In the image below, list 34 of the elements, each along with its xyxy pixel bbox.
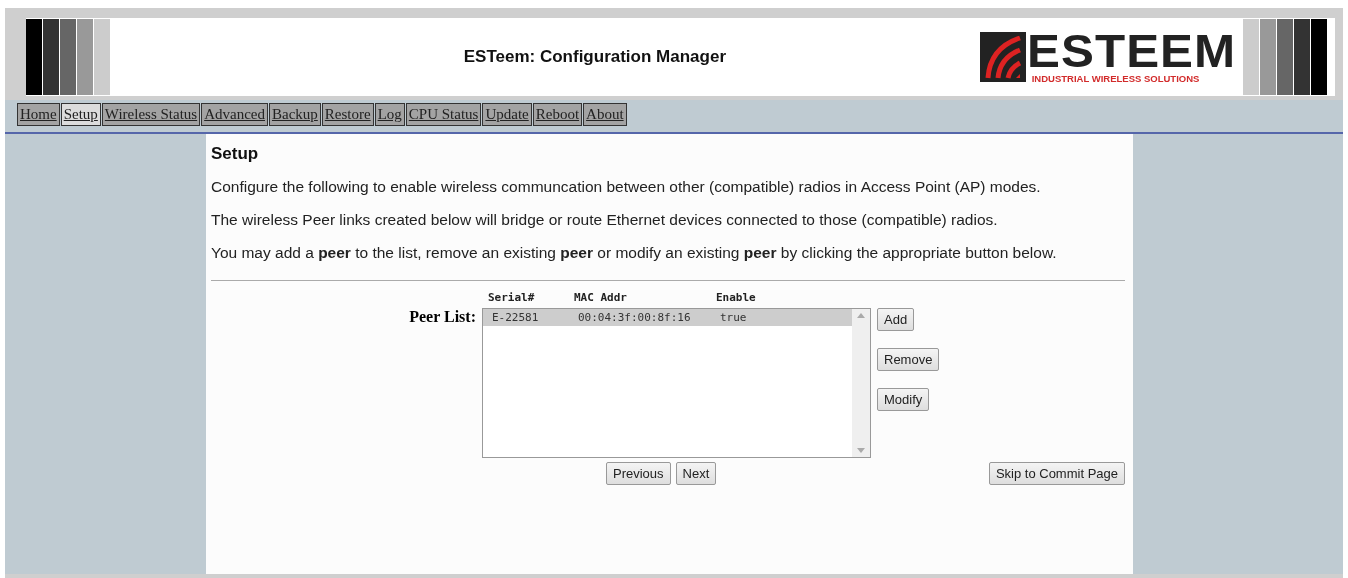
paragraph: The wireless Peer links created below will bridge or route Ethernet devices connected to those (compatible) radios.	[211, 211, 999, 229]
page-title: ESTeem: Configuration Manager	[462, 47, 727, 67]
page-button[interactable]: Previous	[606, 462, 671, 485]
action-button[interactable]: Remove	[877, 348, 940, 371]
nav-tab[interactable]: Restore	[321, 103, 374, 126]
section-heading: Setup	[211, 144, 260, 164]
nav-tab[interactable]: Advanced	[201, 103, 268, 126]
nav-tab[interactable]: Update	[482, 103, 532, 126]
column-header: MAC Addr	[574, 291, 628, 304]
logo-tagline: INDUSTRIAL WIRELESS SOLUTIONS	[1031, 73, 1200, 85]
logo-wordmark: ESTEEM	[1026, 29, 1236, 73]
paragraph: Configure the following to enable wireless communcation between other (compatible) radios in Access Point (AP) modes.	[211, 178, 1042, 196]
scroll-up-icon[interactable]	[857, 313, 865, 318]
nav-tab[interactable]: Backup	[268, 103, 321, 126]
nav-tab[interactable]: Home	[17, 103, 60, 126]
list-row[interactable]: E-22581 00:04:3f:00:8f:16 true	[483, 309, 852, 326]
nav-tab[interactable]: Reboot	[532, 103, 583, 126]
column-header: Serial#	[488, 291, 536, 304]
signal-arcs-icon	[979, 32, 1026, 82]
field-label: Peer List:	[408, 308, 476, 327]
nav-tab[interactable]: About	[583, 103, 627, 126]
nav-tab[interactable]: CPU Status	[405, 103, 482, 126]
nav-tab[interactable]: Log	[374, 103, 405, 126]
scroll-down-icon[interactable]	[857, 448, 865, 453]
page-button[interactable]: Next	[675, 462, 717, 485]
scrollbar[interactable]	[852, 309, 870, 457]
paragraph: You may add a peer to the list, remove an existing peer or modify an existing peer by clicking the appropriate button below.	[211, 244, 1058, 262]
peer-listbox[interactable]: E-22581 00:04:3f:00:8f:16 true	[482, 308, 871, 458]
skip-button[interactable]: Skip to Commit Page	[988, 462, 1125, 485]
column-header: Enable	[716, 291, 757, 304]
action-button[interactable]: Add	[877, 308, 915, 331]
nav-tab[interactable]: Wireless Status	[101, 103, 201, 126]
nav-tab[interactable]: Setup	[60, 103, 101, 126]
action-button[interactable]: Modify	[877, 388, 930, 411]
